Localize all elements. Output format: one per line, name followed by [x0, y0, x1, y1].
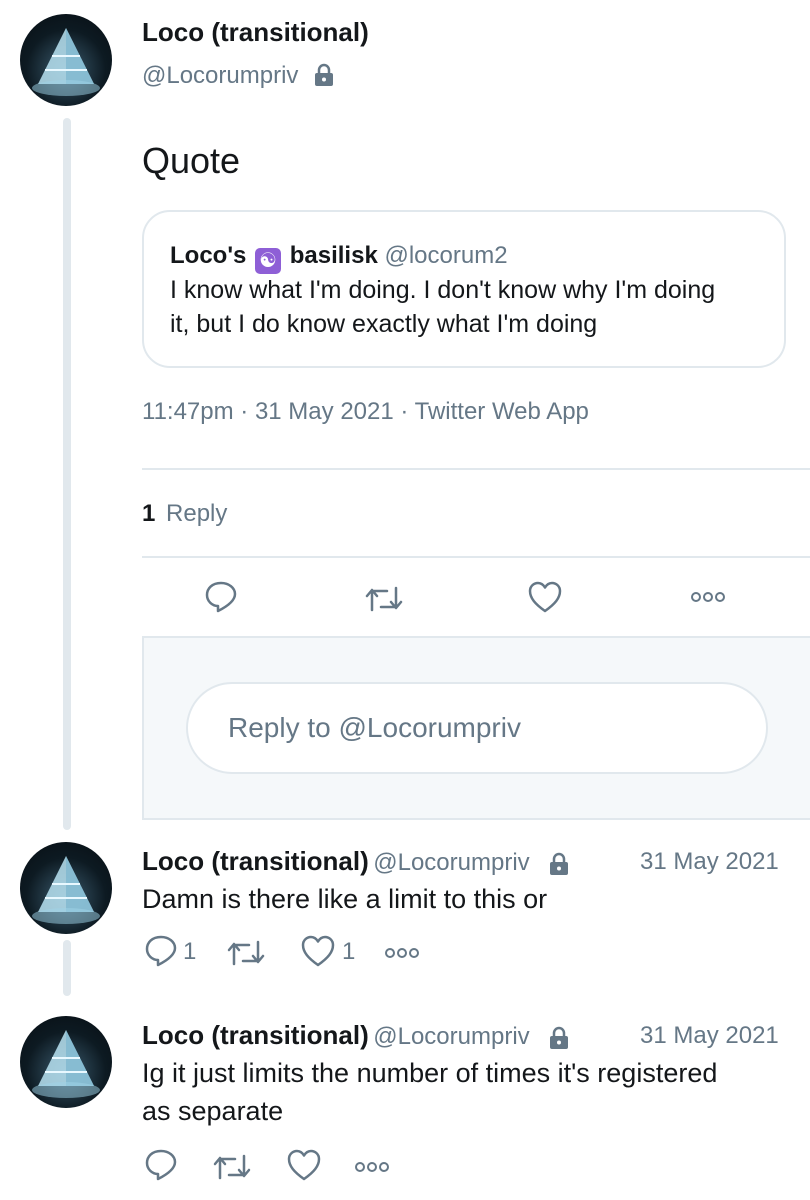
lock-icon — [315, 63, 334, 86]
more-icon[interactable] — [690, 590, 726, 604]
thread-line — [63, 940, 71, 996]
more-icon[interactable] — [384, 946, 420, 960]
tweet-text-line: Damn is there like a limit to this or — [142, 884, 548, 914]
divider — [142, 468, 810, 470]
like-icon[interactable] — [286, 1148, 322, 1182]
reply-icon[interactable] — [144, 1148, 178, 1182]
tweet-meta: 11:47pm · 31 May 2021 · Twitter Web App — [142, 398, 589, 425]
yin-yang-icon: ☯ — [255, 248, 282, 274]
tweet-text: Quote — [142, 140, 241, 181]
author-name[interactable]: Loco (transitional) — [142, 846, 369, 876]
tweet-date[interactable]: 31 May 2021 — [640, 848, 779, 876]
reply-header: Loco (transitional) @Locorumpriv — [142, 846, 572, 877]
reply-icon[interactable] — [204, 580, 238, 614]
reply-count: 1 — [183, 938, 197, 965]
reply-input[interactable]: Reply to @Locorumpriv — [186, 682, 768, 774]
reply-icon[interactable] — [144, 934, 178, 968]
lock-icon — [550, 1026, 569, 1049]
thread-line — [63, 118, 71, 830]
reply-label: Reply — [166, 500, 228, 527]
quoted-text-line: I know what I'm doing. I don't know why … — [170, 276, 716, 304]
like-count: 1 — [342, 938, 356, 965]
reply-count: 1 — [142, 500, 156, 527]
reply-header: Loco (transitional) @Locorumpriv — [142, 1020, 572, 1051]
avatar[interactable] — [20, 14, 112, 106]
tweet-date[interactable]: 31 May 2021 — [640, 1022, 779, 1050]
avatar[interactable] — [20, 842, 112, 934]
like-icon[interactable] — [527, 580, 563, 614]
tweet-text-line: Ig it just limits the number of times it… — [142, 1058, 718, 1088]
author-handle-text: @Locorumpriv — [142, 62, 299, 89]
avatar[interactable] — [20, 1016, 112, 1108]
retweet-icon[interactable] — [212, 1152, 252, 1182]
divider — [142, 556, 810, 558]
author-handle[interactable]: @Locorumpriv — [373, 1023, 529, 1050]
tweet-text-line: as separate — [142, 1096, 284, 1126]
author-handle[interactable]: @Locorumpriv — [373, 849, 529, 876]
author-name[interactable]: Loco (transitional) — [142, 17, 369, 48]
more-icon[interactable] — [354, 1160, 390, 1174]
quoted-text-line: it, but I do know exactly what I'm doing — [170, 310, 598, 338]
author-handle[interactable]: @Locorumpriv — [142, 62, 337, 90]
quoted-author: Loco's ☯ basilisk @locorum2 — [170, 242, 508, 274]
author-name[interactable]: Loco (transitional) — [142, 1020, 369, 1050]
reply-stats[interactable]: 1 Reply — [142, 500, 227, 528]
like-icon[interactable] — [300, 934, 336, 968]
quoted-name-suffix: basilisk — [289, 242, 378, 269]
retweet-icon[interactable] — [226, 938, 266, 968]
quoted-name-prefix: Loco's — [170, 242, 247, 269]
lock-icon — [550, 852, 569, 875]
quoted-handle: @locorum2 — [384, 242, 508, 269]
retweet-icon[interactable] — [364, 584, 404, 614]
